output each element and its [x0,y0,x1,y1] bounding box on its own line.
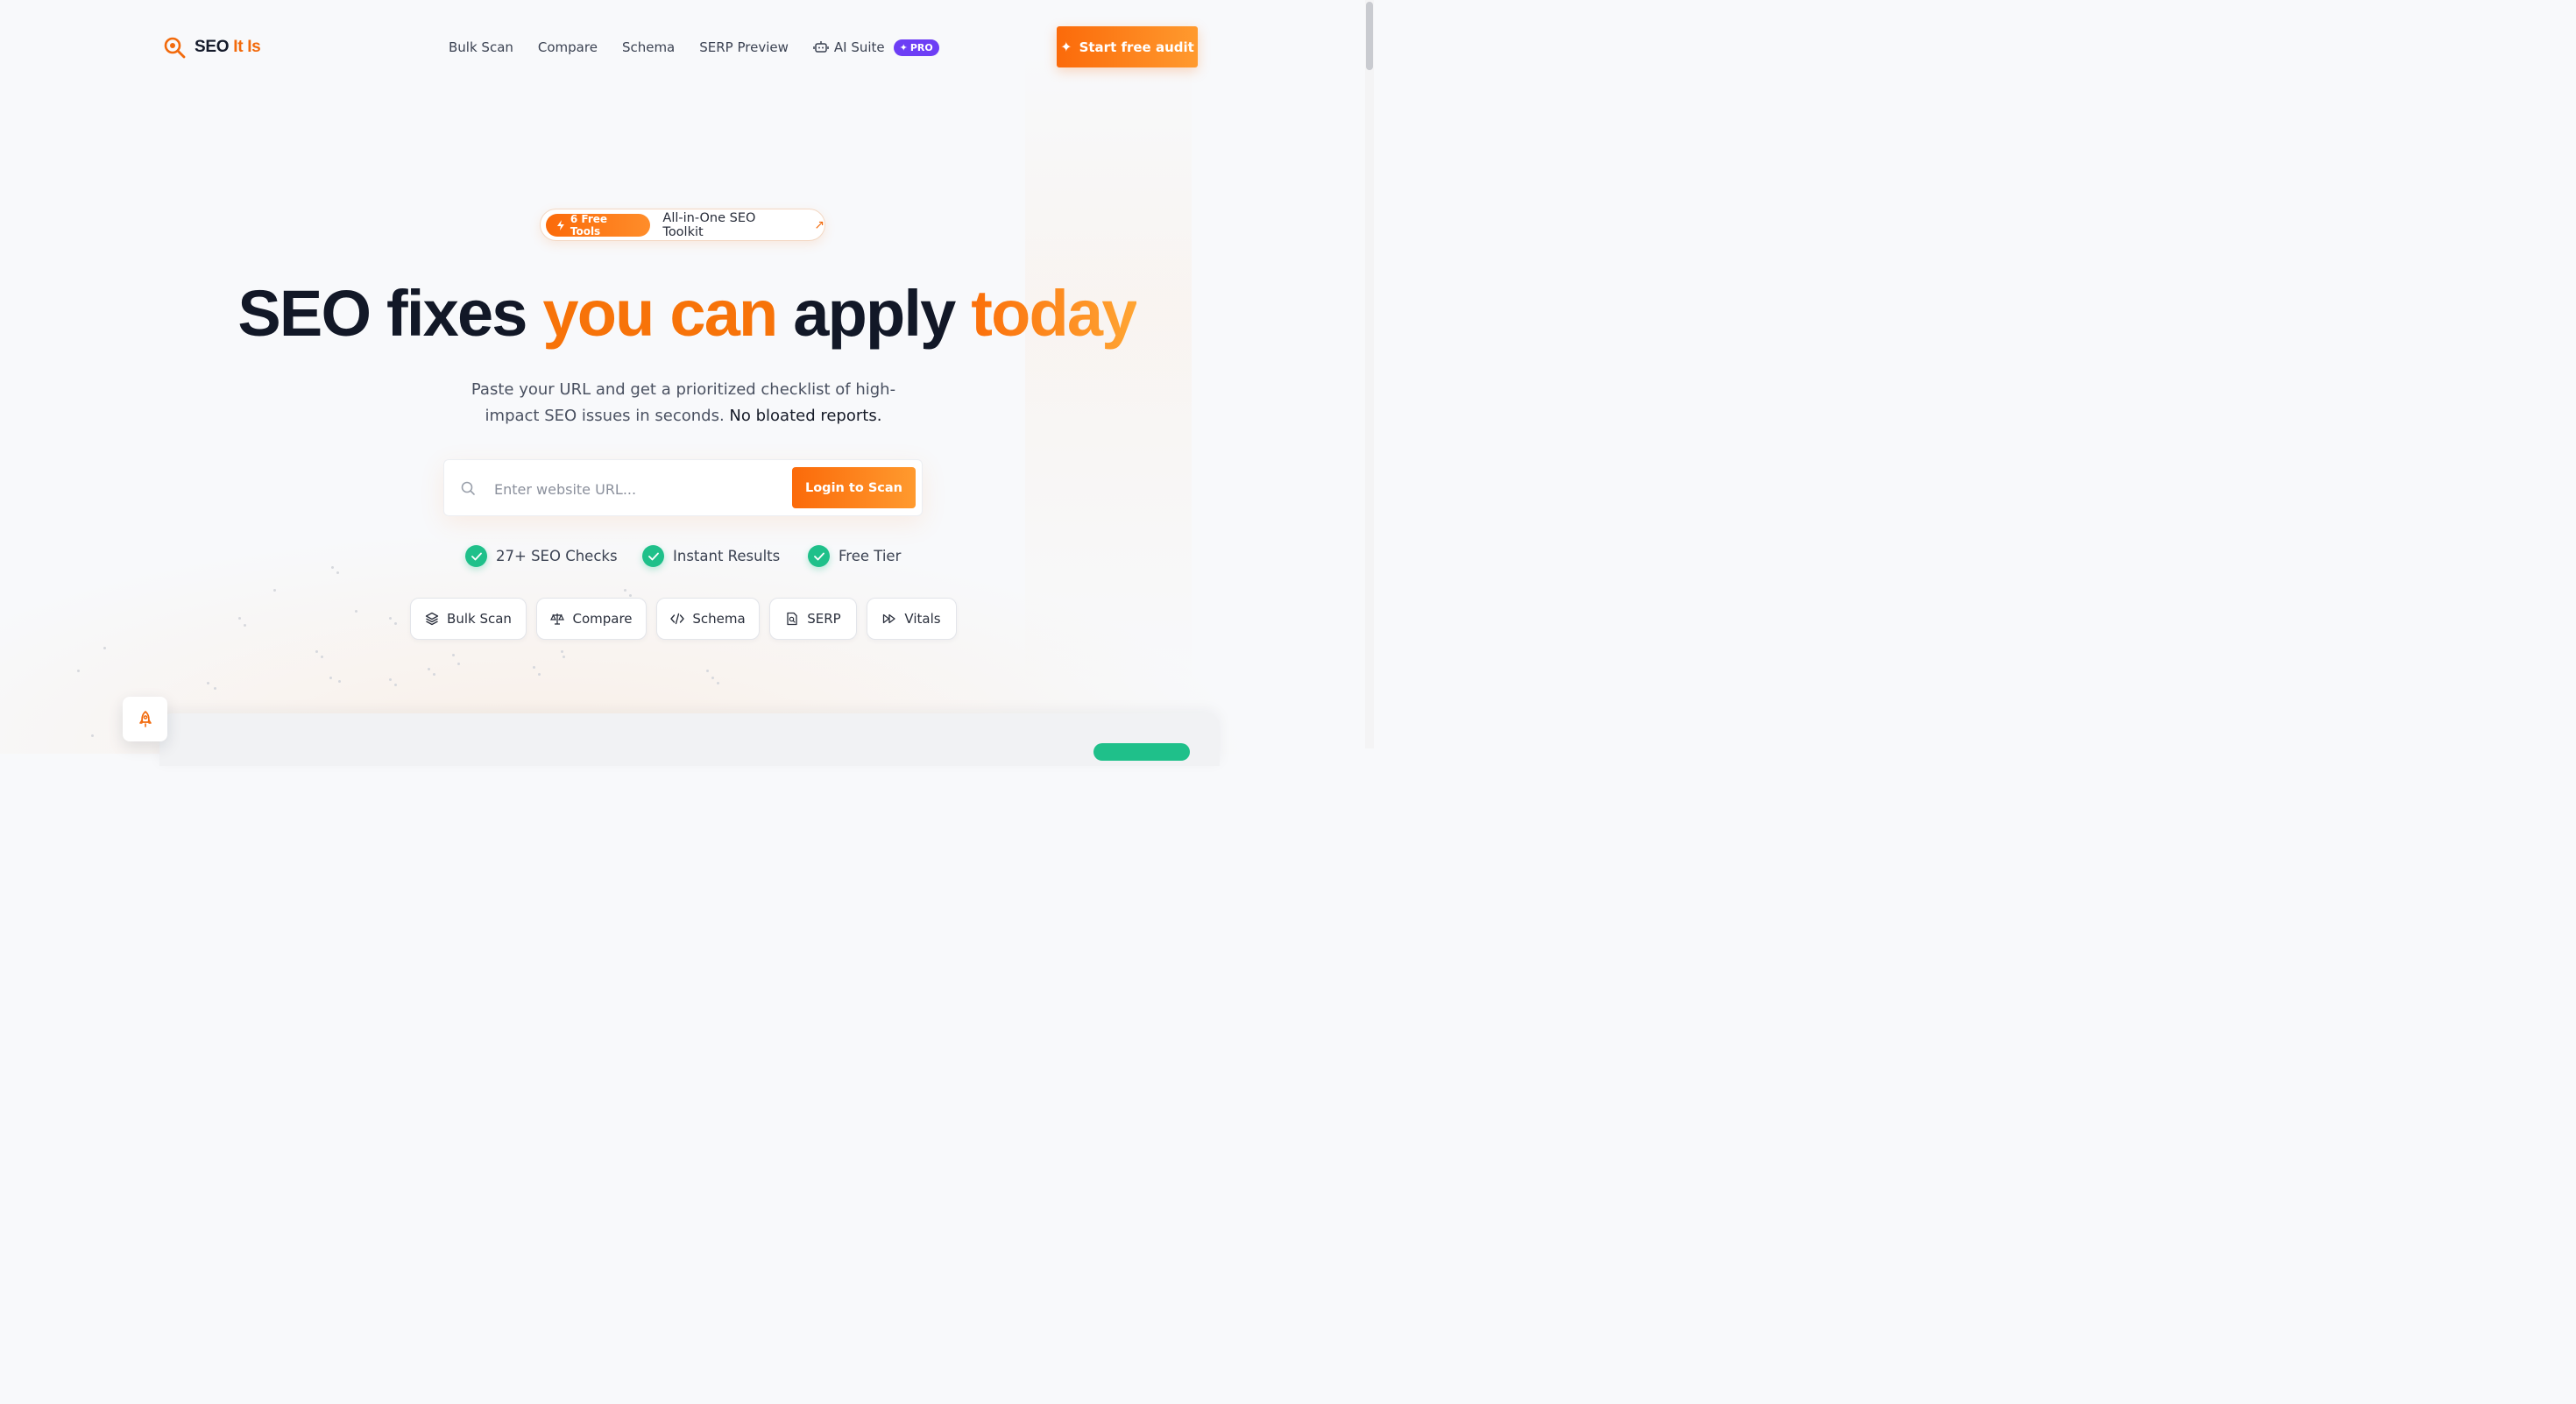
toolkit-announcement-pill[interactable]: 6 Free Tools All-in-One SEO Toolkit ↗ [540,209,825,241]
arrow-up-right-icon: ↗ [814,217,824,232]
free-tools-tag: 6 Free Tools [546,212,651,238]
tool-button-label: Schema [692,611,746,627]
scrollbar-thumb[interactable] [1366,2,1373,70]
nav-link-compare[interactable]: Compare [538,39,598,55]
headline-part-3: apply [776,277,972,350]
brand-name-part2: It Is [233,38,261,56]
preview-status-pill [1093,743,1190,761]
headline-highlight-1: you can [542,277,778,350]
nav-menu: Bulk Scan Compare Schema SERP Preview AI… [449,26,939,68]
login-to-scan-button[interactable]: Login to Scan [792,467,916,508]
floating-launch-button[interactable] [123,697,167,741]
search-icon [461,481,475,495]
feature-label: Instant Results [673,548,781,564]
check-icon [642,545,664,567]
headline-highlight-2: today [971,277,1137,350]
top-navbar: SEO It Is Bulk Scan Compare Schema SERP … [0,26,1374,68]
start-free-audit-label: Start free audit [1079,39,1194,55]
scale-icon [550,613,565,625]
tool-button-schema[interactable]: Schema [656,598,760,640]
feature-item: Free Tier [808,545,901,567]
tool-button-compare[interactable]: Compare [536,598,647,640]
toolkit-pill-text: All-in-One SEO Toolkit [662,210,756,239]
tool-button-label: Bulk Scan [447,611,512,627]
free-tools-tag-label: 6 Free Tools [570,212,608,238]
fast-forward-icon [883,613,896,624]
pro-badge-label: PRO [909,41,933,53]
url-search-bar: Login to Scan [443,459,923,516]
rocket-icon [138,710,152,727]
feature-label: Free Tier [839,548,902,564]
nav-link-ai-suite[interactable]: AI Suite ✦ PRO [813,39,939,56]
nav-ai-suite-label: AI Suite [833,39,885,55]
tool-button-bulk-scan[interactable]: Bulk Scan [410,598,527,640]
feature-item: Instant Results [642,545,780,567]
background-glow [1025,53,1192,684]
nav-link-schema[interactable]: Schema [622,39,675,55]
feature-item: 27+ SEO Checks [465,545,618,567]
feature-label: 27+ SEO Checks [496,548,618,564]
lightning-icon [556,219,564,230]
hero-subtitle-bold: No bloated reports. [729,407,882,425]
tool-button-label: SERP [807,611,841,627]
start-free-audit-button[interactable]: ✦ Start free audit [1057,26,1198,67]
website-url-input[interactable] [492,472,776,506]
magnifier-logo-icon [164,37,186,59]
sparkles-icon: ✦ [1060,39,1072,55]
check-icon [808,545,830,567]
check-icon [465,545,487,567]
tool-button-serp[interactable]: SERP [769,598,857,640]
hero-subtitle: Paste your URL and get a prioritized che… [456,377,911,429]
brand-name-part1: SEO [195,38,230,56]
page-scrollbar[interactable] [1365,0,1374,748]
tool-button-label: Vitals [904,611,941,627]
layers-icon [425,612,439,626]
dashboard-preview-card [159,713,1220,766]
search-doc-icon [787,612,797,626]
nav-link-serp-preview[interactable]: SERP Preview [699,39,789,55]
robot-icon [813,41,829,53]
nav-link-bulk-scan[interactable]: Bulk Scan [449,39,513,55]
brand-logo[interactable]: SEO It Is [163,36,261,59]
tool-button-label: Compare [572,611,633,627]
pro-badge: ✦ PRO [893,39,939,56]
hero-headline: SEO fixes you can apply today [0,276,1374,351]
headline-part-1: SEO fixes [237,277,543,350]
code-icon [670,613,685,625]
tool-button-vitals[interactable]: Vitals [867,598,957,640]
sparkle-icon: ✦ [899,41,908,53]
brand-name: SEO It Is [195,38,261,57]
feature-list: 27+ SEO Checks Instant Results Free Tier [0,545,1374,570]
